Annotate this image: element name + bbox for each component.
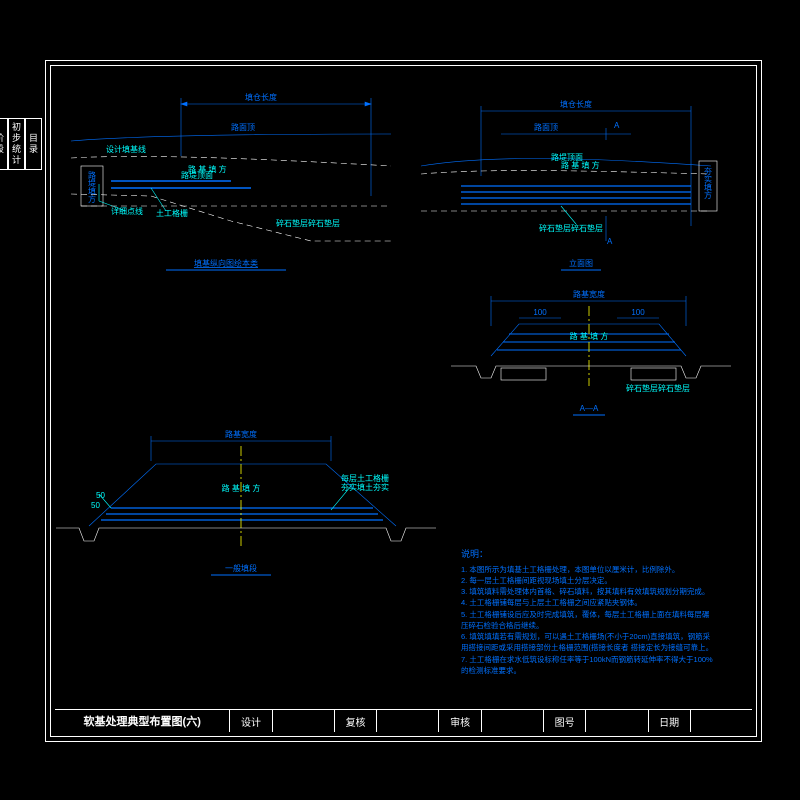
side-tab-contents[interactable]: 目录 xyxy=(25,118,42,170)
general-section-title: 一般填段 xyxy=(225,563,257,573)
lbl-geotextile: 土工格栅 xyxy=(156,208,188,218)
drawing-title: 软基处理典型布置图(六) xyxy=(55,710,230,732)
lbl-compacted: 夯实填土夯实 xyxy=(341,482,389,492)
note-4: 4. 土工格栅铺每层与上层土工格栅之间应紧贴夹钢体。 xyxy=(461,597,716,608)
facade-title: 立面图 xyxy=(569,258,593,268)
tb-design-val xyxy=(273,710,335,732)
svg-text:方: 方 xyxy=(704,190,712,200)
road-width-aa: 路基宽度 xyxy=(573,289,605,299)
side-tab-stage[interactable]: 阶段 xyxy=(0,118,8,170)
lbl-road-surface2: 路面顶 xyxy=(534,122,558,132)
note-5: 5. 土工格栅铺设后应及时完成填筑，覆体，每层土工格栅上面在填料每层碾压碎石检验… xyxy=(461,609,716,632)
side-tabs: 目录 初步统计 阶段 xyxy=(26,118,42,170)
tb-date-lbl: 日期 xyxy=(649,710,691,732)
note-1: 1. 本图所示为填基土工格栅处理，本图单位以厘米计，比例除外。 xyxy=(461,564,716,575)
tb-review-lbl: 复核 xyxy=(335,710,377,732)
note-7: 7. 土工格栅在求水低筑设标称任率等于100kN而钢筋转延伸率不得大于100%的… xyxy=(461,654,716,677)
tb-dwgno-val xyxy=(586,710,648,732)
emb-top-2: 路堤顶面 xyxy=(551,152,583,162)
note-6: 6. 填筑填填若有需规划，可以遇土工格栅场(不小于20cm)直接填筑，钢筋采用搭… xyxy=(461,631,716,654)
tb-dwgno-lbl: 图号 xyxy=(544,710,586,732)
svg-text:50: 50 xyxy=(96,491,105,500)
lbl-geogrid-each: 每层土工格栅 xyxy=(341,473,389,483)
note-2: 2. 每一层土工格栅间距视现场填土分层决定。 xyxy=(461,575,716,586)
notes-block: 说明： 1. 本图所示为填基土工格栅处理，本图单位以厘米计，比例除外。 2. 每… xyxy=(461,548,716,676)
longitudinal-title: 填基纵向图绘本类 xyxy=(194,258,258,268)
tb-design-lbl: 设计 xyxy=(230,710,272,732)
tb-review-val xyxy=(377,710,439,732)
aa-title: A—A xyxy=(580,404,599,413)
tb-date-val xyxy=(691,710,752,732)
tb-check-lbl: 审核 xyxy=(439,710,481,732)
lbl-design-line: 设计填基线 xyxy=(106,144,146,154)
title-block: 软基处理典型布置图(六) 设计 复核 审核 图号 日期 xyxy=(55,709,752,732)
lbl-subgrade-fill: 路 基 填 方 xyxy=(188,164,227,174)
drawing-frame: 填仓长度 路面顶 设计填基线 路 堤 填 方 路堤顶面 路 基 填 方 详细点线… xyxy=(45,60,762,742)
lbl-gravel2: 碎石垫层碎石垫层 xyxy=(539,223,603,233)
drawing-inner: 填仓长度 路面顶 设计填基线 路 堤 填 方 路堤顶面 路 基 填 方 详细点线… xyxy=(50,65,757,737)
dim-proc-length2: 填仓长度 xyxy=(560,99,592,109)
lbl-gravel-aa: 碎石垫层碎石垫层 xyxy=(626,383,690,393)
a-mark-top: A xyxy=(614,121,620,130)
dim-100b: 100 xyxy=(631,308,645,317)
side-tab-prelim[interactable]: 初步统计 xyxy=(8,118,25,170)
road-width-gen: 路基宽度 xyxy=(225,429,257,439)
note-3: 3. 填筑填料需处理体内首格、碎石填料，按其填料有效填筑规划分期完成。 xyxy=(461,586,716,597)
a-mark-bot: A xyxy=(607,237,613,246)
notes-title: 说明： xyxy=(461,548,716,562)
lbl-road-surface: 路面顶 xyxy=(231,122,255,132)
svg-text:方: 方 xyxy=(88,194,96,204)
lbl-gravel: 碎石垫层碎石垫层 xyxy=(276,218,340,228)
dim-proc-length: 填仓长度 xyxy=(245,92,277,102)
svg-text:50: 50 xyxy=(91,501,100,510)
dim-100a: 100 xyxy=(533,308,547,317)
tb-check-val xyxy=(482,710,544,732)
